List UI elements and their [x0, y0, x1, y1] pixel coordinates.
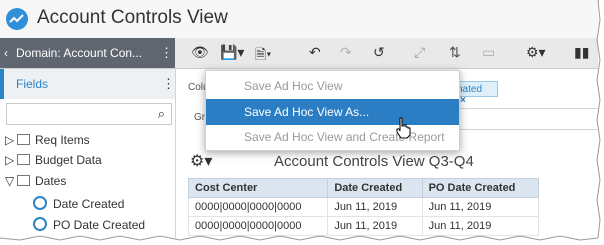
bar-chart-icon[interactable]: ▮▮	[574, 44, 589, 61]
column-header-date-created[interactable]: Date Created	[327, 178, 423, 198]
folder-icon	[17, 134, 30, 145]
fields-panel: Fields ⋮ ⌕ ▷ Req Items ▷ Budget Data ▽ Date…	[0, 69, 176, 238]
chip-label: nated	[457, 84, 483, 95]
eye-icon[interactable]: 👁	[191, 44, 209, 61]
domain-selector[interactable]: ‹ Domain: Account Con... ⋮	[0, 38, 175, 68]
app-logo-icon	[6, 8, 28, 30]
application-window: Account Controls View ‹ Domain: Account …	[0, 0, 598, 238]
menu-item-save-ad-hoc-view-as[interactable]: Save Ad Hoc View As...	[206, 99, 459, 125]
table-cell: 0000|0000|0000|0000	[187, 197, 329, 217]
chip-remove-icon[interactable]: ×	[460, 95, 466, 106]
table-row: 0000|0000|0000|0000 Jun 11, 2019 Jun 11,…	[187, 216, 540, 236]
title-bar: Account Controls View	[0, 0, 598, 39]
search-icon[interactable]: ⌕	[158, 106, 165, 122]
hand-cursor-icon	[396, 117, 411, 139]
clock-icon	[33, 196, 47, 210]
chart-icon[interactable]: ⤢	[414, 44, 425, 61]
report-title: Account Controls View Q3-Q4	[274, 153, 474, 170]
export-icon[interactable]: 🗎▾	[255, 44, 271, 68]
table-row: 0000|0000|0000|0000 Jun 11, 2019 Jun 11,…	[187, 197, 540, 217]
column-header-po-date-created[interactable]: PO Date Created	[421, 178, 540, 198]
table-header-row: Cost Center Date Created PO Date Created	[187, 178, 540, 198]
report-options-gear-icon[interactable]: ⚙▾	[190, 151, 212, 171]
toolbar: ‹ Domain: Account Con... ⋮ 👁 💾▾ 🗎▾ ↶ ↷ ↺…	[0, 38, 598, 69]
table-cell: Jun 11, 2019	[421, 216, 540, 236]
redo-icon[interactable]: ↷	[340, 44, 352, 61]
domain-menu-icon[interactable]: ⋮	[160, 45, 173, 61]
fields-menu-icon[interactable]: ⋮	[162, 76, 175, 92]
gear-icon[interactable]: ⚙▾	[526, 44, 546, 61]
tree-item-date-created[interactable]: Date Created	[33, 196, 124, 211]
folder-icon	[17, 154, 30, 165]
folder-icon	[17, 175, 30, 186]
collapse-chevron-icon[interactable]: ‹	[4, 46, 8, 60]
fields-search-input[interactable]: ⌕	[6, 103, 172, 125]
menu-item-save-ad-hoc-view[interactable]: Save Ad Hoc View	[206, 73, 459, 99]
column-header-cost-center[interactable]: Cost Center	[187, 178, 329, 198]
tree-item-budget-data[interactable]: ▷ Budget Data	[5, 153, 102, 167]
save-icon[interactable]: 💾▾	[220, 44, 244, 61]
table-cell: Jun 11, 2019	[327, 216, 423, 236]
report-table: Cost Center Date Created PO Date Created…	[187, 178, 540, 236]
sort-icon[interactable]: ⇅	[449, 44, 461, 61]
groups-drop-zone[interactable]	[452, 108, 598, 130]
fields-header: Fields ⋮	[0, 69, 175, 99]
expand-arrow-icon[interactable]: ▷	[5, 133, 15, 147]
table-cell: Jun 11, 2019	[421, 197, 540, 217]
undo-icon[interactable]: ↶	[309, 44, 321, 61]
window-title: Account Controls View	[37, 7, 228, 28]
domain-label: Domain: Account Con...	[16, 46, 143, 60]
layout-icon[interactable]: ▭	[482, 44, 495, 61]
expand-arrow-icon[interactable]: ▷	[5, 153, 15, 167]
tree-item-req-items[interactable]: ▷ Req Items	[5, 133, 90, 147]
table-cell: Jun 11, 2019	[327, 197, 423, 217]
revert-icon[interactable]: ↺	[373, 44, 385, 61]
fields-title: Fields	[16, 77, 49, 91]
menu-item-save-and-create-report[interactable]: Save Ad Hoc View and Create Report	[206, 124, 459, 150]
collapse-arrow-icon[interactable]: ▽	[5, 174, 15, 188]
clock-icon	[33, 217, 47, 231]
tree-item-dates[interactable]: ▽ Dates	[5, 174, 66, 188]
table-cell: 0000|0000|0000|0000	[187, 216, 329, 236]
tree-item-po-date-created[interactable]: PO Date Created	[33, 217, 145, 232]
save-dropdown-menu: Save Ad Hoc View Save Ad Hoc View As... …	[205, 70, 460, 151]
